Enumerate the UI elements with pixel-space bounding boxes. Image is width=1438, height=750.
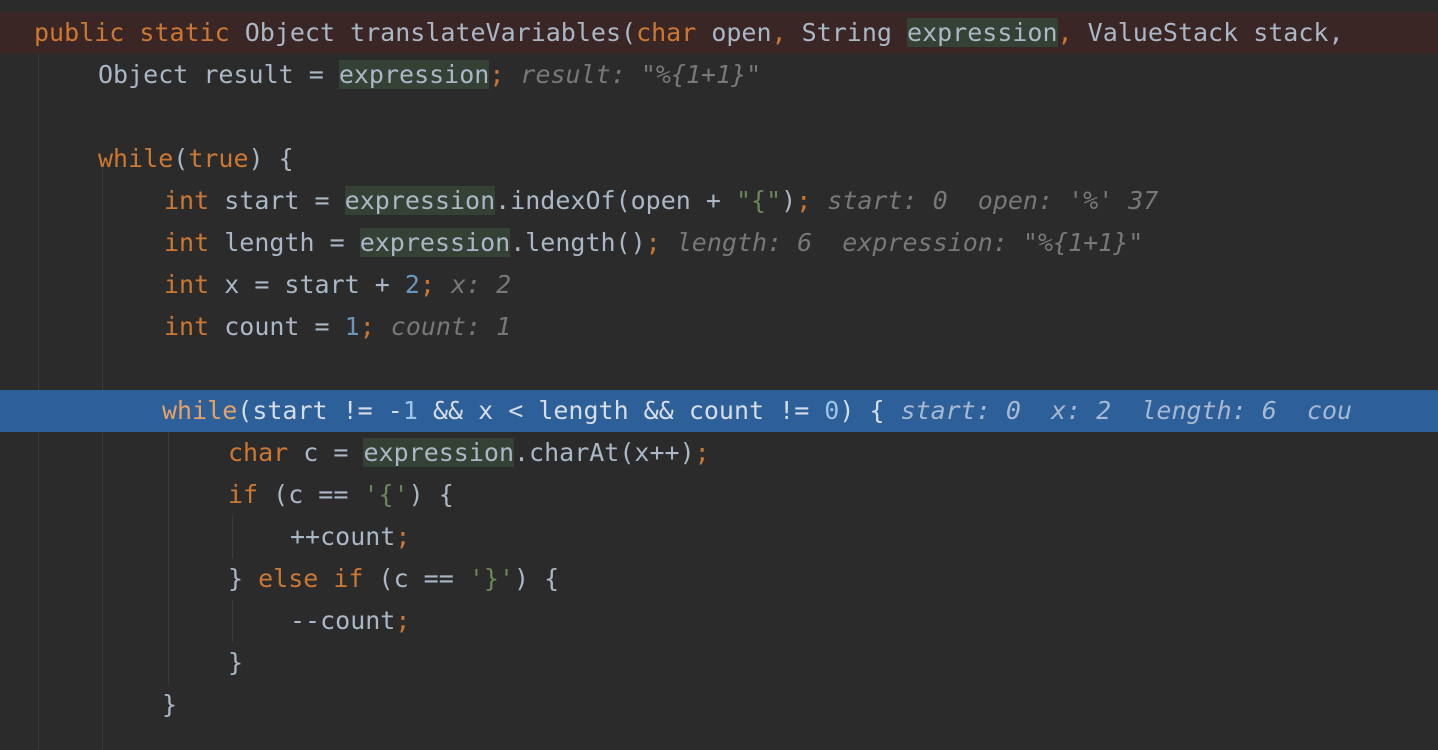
keyword-token: while bbox=[162, 396, 238, 425]
code-token: .length() bbox=[510, 228, 646, 257]
code-token: && x < length && count != bbox=[417, 396, 825, 425]
keyword-token: ; bbox=[395, 606, 411, 635]
highlighted-identifier: expression bbox=[907, 18, 1058, 47]
keyword-token: ; bbox=[395, 522, 411, 551]
code-line-close-brace[interactable]: } bbox=[0, 684, 1438, 726]
code-token: ( bbox=[173, 144, 189, 173]
code-line-start[interactable]: int start = expression.indexOf(open + "{… bbox=[0, 180, 1438, 222]
code-token: open bbox=[711, 18, 772, 47]
keyword-token: else if bbox=[258, 564, 379, 593]
code-token: ) { bbox=[514, 564, 560, 593]
code-token: (start != - bbox=[237, 396, 403, 425]
keyword-token: true bbox=[188, 144, 249, 173]
code-line-count[interactable]: int count = 1; count: 1 bbox=[0, 306, 1438, 348]
keyword-token: int bbox=[164, 270, 225, 299]
code-token: Object result = bbox=[98, 60, 339, 89]
number-token: 2 bbox=[404, 270, 420, 299]
code-token: ++count bbox=[290, 522, 396, 551]
code-line-outer-while[interactable]: while(true) { bbox=[0, 138, 1438, 180]
code-token: c = bbox=[303, 438, 364, 467]
number-token: 0 bbox=[824, 396, 840, 425]
keyword-token: ; bbox=[694, 438, 710, 467]
code-line-blank[interactable] bbox=[0, 96, 1438, 138]
string-token: '{' bbox=[363, 480, 409, 509]
keyword-token: if bbox=[228, 480, 274, 509]
code-line-length[interactable]: int length = expression.length(); length:… bbox=[0, 222, 1438, 264]
code-token: (c == bbox=[378, 564, 469, 593]
inline-debug-value: x: 2 bbox=[450, 270, 512, 299]
inline-debug-value: count: 1 bbox=[390, 312, 512, 341]
code-line-decrement[interactable]: --count; bbox=[0, 600, 1438, 642]
highlighted-identifier: expression bbox=[363, 438, 514, 467]
code-token: Object translateVariables( bbox=[244, 18, 637, 47]
code-editor[interactable]: public static Object translateVariables(… bbox=[0, 0, 1438, 750]
code-token: --count bbox=[290, 606, 396, 635]
highlighted-identifier: expression bbox=[338, 60, 490, 89]
keyword-token: ; bbox=[645, 228, 661, 257]
code-line-result[interactable]: Object result = expression; result: "%{1+… bbox=[0, 54, 1438, 96]
keyword-token: int bbox=[164, 312, 225, 341]
code-token: ) { bbox=[408, 480, 454, 509]
keyword-token: char bbox=[228, 438, 304, 467]
keyword-token: ; bbox=[359, 312, 375, 341]
code-token: } bbox=[228, 648, 244, 677]
code-line-signature[interactable]: public static Object translateVariables(… bbox=[0, 12, 1438, 54]
code-token: .charAt(x++) bbox=[514, 438, 695, 467]
string-token: "{" bbox=[735, 186, 782, 215]
keyword-token: while bbox=[98, 144, 174, 173]
code-token: } bbox=[228, 564, 259, 593]
inline-debug-value: start: 0 open: '%' 37 bbox=[827, 186, 1159, 215]
code-token: ) bbox=[781, 186, 797, 215]
code-token: length = bbox=[224, 228, 360, 257]
code-token: String bbox=[801, 18, 908, 47]
code-line-x[interactable]: int x = start + 2; x: 2 bbox=[0, 264, 1438, 306]
code-line-if[interactable]: if (c == '{') { bbox=[0, 474, 1438, 516]
code-token: ValueStack stack, bbox=[1087, 18, 1359, 47]
code-token: ) { bbox=[839, 396, 885, 425]
code-token: count = bbox=[224, 312, 345, 341]
keyword-token: ; bbox=[419, 270, 435, 299]
keyword-token: , bbox=[771, 18, 802, 47]
keyword-token: public static bbox=[34, 18, 245, 47]
highlighted-identifier: expression bbox=[359, 228, 511, 257]
code-token: (c == bbox=[273, 480, 364, 509]
code-token: .indexOf(open + bbox=[495, 186, 736, 215]
code-token: } bbox=[162, 690, 178, 719]
code-token: x = start + bbox=[224, 270, 405, 299]
keyword-token: ; bbox=[489, 60, 505, 89]
code-line-charat[interactable]: char c = expression.charAt(x++); bbox=[0, 432, 1438, 474]
code-line-increment[interactable]: ++count; bbox=[0, 516, 1438, 558]
inline-debug-value: result: "%{1+1}" bbox=[520, 60, 762, 89]
code-line-close-brace[interactable]: } bbox=[0, 642, 1438, 684]
number-token: 1 bbox=[402, 396, 418, 425]
code-line-blank[interactable] bbox=[0, 348, 1438, 390]
keyword-token: , bbox=[1057, 18, 1088, 47]
inline-debug-value: length: 6 expression: "%{1+1}" bbox=[676, 228, 1144, 257]
code-token: start = bbox=[224, 186, 345, 215]
highlighted-identifier: expression bbox=[344, 186, 496, 215]
number-token: 1 bbox=[344, 312, 360, 341]
keyword-token: ; bbox=[796, 186, 812, 215]
string-token: '}' bbox=[468, 564, 514, 593]
code-token: ) { bbox=[248, 144, 294, 173]
inline-debug-value: start: 0 x: 2 length: 6 cou bbox=[900, 396, 1353, 425]
keyword-token: int bbox=[164, 186, 225, 215]
keyword-token: int bbox=[164, 228, 225, 257]
keyword-token: char bbox=[636, 18, 712, 47]
code-line-else-if[interactable]: } else if (c == '}') { bbox=[0, 558, 1438, 600]
code-line-execution-point[interactable]: while(start != -1 && x < length && count… bbox=[0, 390, 1438, 432]
